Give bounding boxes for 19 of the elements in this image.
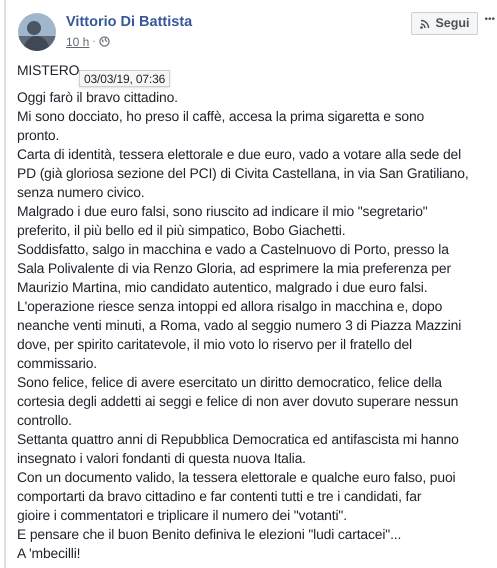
post-paragraph: Malgrado i due euro falsi, sono riuscito ad indicare il mio "segretario" preferito, il più bello ed il più simpatico, Bobo Giachetti. bbox=[17, 202, 428, 240]
post-paragraph: Sono felice, felice di avere esercitato un diritto democratico, felice della cortesia degli addetti ai seggi e felice di non aver dovuto superare nessun controllo. bbox=[17, 373, 458, 430]
post-paragraph: Mi sono docciato, ho preso il caffè, accesa la prima sigaretta e sono pronto. bbox=[17, 107, 424, 145]
post-paragraph: Oggi farò il bravo cittadino. bbox=[17, 88, 178, 107]
post-paragraph: Con un documento valido, la tessera elettorale e qualche euro falso, puoi comportarti da bravo cittadino e far contenti tutti e tre i candidati, far gioire i commentatori e triplicare il numero dei "votanti". bbox=[17, 468, 456, 525]
more-button[interactable]: ••• bbox=[484, 13, 495, 27]
separator-dot: · bbox=[92, 35, 96, 49]
follow-button[interactable]: Segui bbox=[411, 12, 478, 35]
post-paragraph: L'operazione riesce senza intoppi ed allora risalgo in macchina e, dopo neanche venti minuti, a Roma, vado al seggio numero 3 di Piazza Mazzini dove, per spirito caritatevole, il mio voto lo riservo per il fratello del commissario. bbox=[17, 297, 462, 373]
post-time[interactable]: 10 h bbox=[66, 34, 90, 48]
post-paragraph: Carta di identità, tessera elettorale e due euro, vado a votare alla sede del PD (già gloriosa sezione del PCI) di Civita Castellana, in via San Gratiliano, senza numero civico. bbox=[17, 145, 469, 202]
post-paragraph: Settanta quattro anni di Repubblica Democratica ed antifascista mi hanno insegnato i valori fondanti di questa nuova Italia. bbox=[17, 430, 459, 468]
timestamp-tooltip: 03/03/19, 07:36 bbox=[79, 70, 170, 87]
post-paragraph: Soddisfatto, salgo in macchina e vado a Castelnuovo di Porto, presso la Sala Polivalente di via Renzo Gloria, ad esprimere la mia preferenza per Maurizio Martina, mio candidato autentico, malgrado i due euro falsi. bbox=[17, 240, 451, 297]
post-paragraph: A 'mbecilli! bbox=[17, 544, 80, 563]
post-title: MISTERO bbox=[17, 62, 80, 78]
post-paragraph: E pensare che il buon Benito definiva le elezioni "ludi cartacei"... bbox=[17, 525, 402, 544]
author-name[interactable]: Vittorio Di Battista bbox=[66, 13, 192, 31]
feed-icon bbox=[420, 18, 430, 28]
